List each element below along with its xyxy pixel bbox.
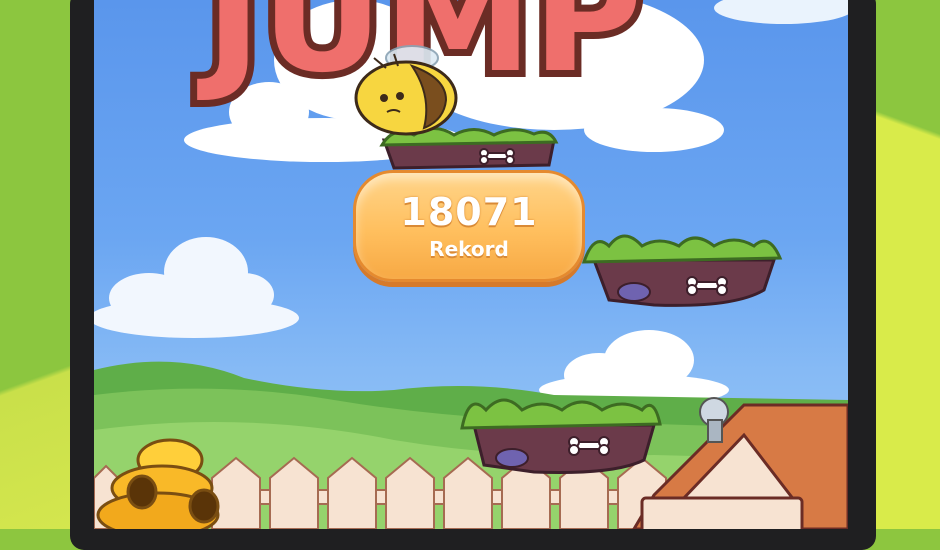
platform-right [581, 234, 783, 307]
cloud-top-right [714, 0, 848, 24]
high-score-label: Rekord [429, 237, 509, 261]
platform-bottom [460, 398, 662, 474]
high-score-panel: 18071 Rekord [353, 170, 585, 282]
game-screen[interactable]: JUMP JUMP 18071 Rekord [94, 0, 848, 529]
side-background-left [0, 0, 80, 529]
cloud-right [539, 330, 729, 406]
cloud-left [94, 237, 299, 338]
high-score-value: 18071 [400, 190, 538, 234]
